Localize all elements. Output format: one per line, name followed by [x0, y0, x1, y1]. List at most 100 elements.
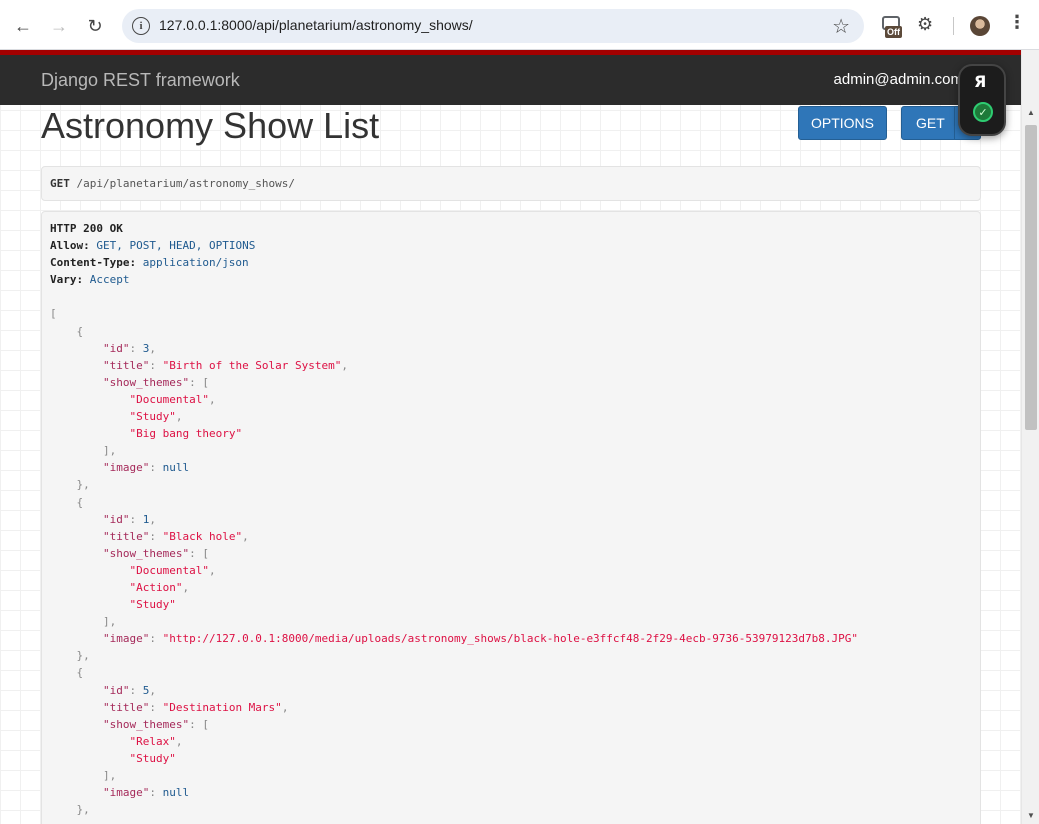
site-info-icon[interactable]: i	[132, 17, 150, 35]
colon: :	[149, 632, 163, 646]
json-theme-item: "Big bang theory"	[50, 425, 858, 442]
scroll-thumb[interactable]	[1025, 125, 1037, 430]
json-field-title: "title": "Black hole",	[50, 528, 858, 545]
colon: : [	[189, 375, 209, 389]
toolbar-divider	[953, 17, 954, 35]
comma: ,	[242, 529, 249, 543]
json-key: "id"	[102, 512, 130, 526]
json-theme-item: "Relax",	[50, 733, 858, 750]
url-text[interactable]: 127.0.0.1:8000/api/planetarium/astronomy…	[159, 17, 473, 33]
request-info: GET /api/planetarium/astronomy_shows/	[41, 166, 981, 201]
options-button[interactable]: OPTIONS	[798, 106, 887, 140]
colon: :	[149, 461, 163, 475]
json-string: "Documental"	[129, 563, 209, 577]
json-key: "show_themes"	[102, 375, 190, 389]
comma: ,	[175, 410, 183, 424]
scroll-down-arrow-icon[interactable]: ▼	[1027, 811, 1035, 820]
json-field-themes: "show_themes": [	[50, 545, 858, 562]
bookmark-star-icon[interactable]: ☆	[832, 14, 850, 39]
check-circle-icon[interactable]: ✓	[973, 102, 993, 122]
colon: :	[129, 341, 143, 355]
brace: {	[50, 495, 84, 509]
json-field-id: "id": 3,	[50, 340, 858, 357]
colon: :	[149, 700, 163, 714]
json-key: "title"	[102, 529, 150, 543]
comma: ,	[149, 512, 156, 526]
header-name: Vary:	[50, 273, 84, 287]
response-content: HTTP 200 OK Allow: GET, POST, HEAD, OPTIO…	[50, 220, 858, 818]
floating-extension-widget[interactable]: Я ✓	[958, 64, 1006, 136]
back-arrow-icon[interactable]: ←	[10, 13, 36, 39]
colon: :	[149, 786, 163, 800]
json-value: null	[162, 786, 190, 800]
request-path: /api/planetarium/astronomy_shows/	[76, 177, 296, 190]
address-bar[interactable]: i 127.0.0.1:8000/api/planetarium/astrono…	[122, 9, 864, 43]
json-object-open: {	[50, 494, 858, 511]
reload-icon[interactable]: ↻	[82, 13, 108, 39]
blank	[50, 290, 57, 303]
json-field-image: "image": null	[50, 784, 858, 801]
browser-toolbar: ← → ↻ i 127.0.0.1:8000/api/planetarium/a…	[0, 0, 1039, 50]
forward-arrow-icon[interactable]: →	[46, 13, 72, 39]
json-string: "Study"	[129, 598, 176, 612]
json-field-id: "id": 5,	[50, 682, 858, 699]
comma: ,	[208, 563, 216, 577]
comma: ,	[281, 700, 289, 714]
json-string: "Big bang theory"	[129, 427, 243, 441]
header-value: GET, POST, HEAD, OPTIONS	[96, 239, 256, 253]
json-string: "Birth of the Solar System"	[162, 358, 342, 372]
blank-line	[50, 288, 858, 305]
extensions-puzzle-icon[interactable]: ⚙	[917, 14, 933, 35]
bracket: ],	[50, 769, 117, 782]
menu-kebab-icon[interactable]: ⋮	[1008, 12, 1026, 33]
profile-avatar[interactable]	[970, 16, 990, 36]
json-field-title: "title": "Birth of the Solar System",	[50, 357, 858, 374]
json-value: null	[162, 461, 190, 475]
json-object-open: {	[50, 323, 858, 340]
json-theme-item: "Study"	[50, 750, 858, 767]
brace: },	[50, 478, 90, 492]
page-scrollbar[interactable]: ▲ ▼	[1021, 50, 1039, 824]
header-name: Content-Type:	[50, 256, 137, 270]
scroll-up-arrow-icon[interactable]: ▲	[1027, 108, 1035, 117]
header-value: application/json	[142, 256, 249, 270]
brace: },	[50, 803, 90, 817]
json-string: "Black hole"	[162, 529, 243, 543]
json-string: "Relax"	[129, 734, 176, 748]
header-line: Content-Type: application/json	[50, 254, 858, 271]
comma: ,	[341, 358, 349, 372]
json-key: "show_themes"	[102, 546, 190, 560]
widget-logo-icon[interactable]: Я	[974, 72, 986, 91]
drf-brand-link[interactable]: Django REST framework	[41, 70, 240, 91]
header-line: Allow: GET, POST, HEAD, OPTIONS	[50, 237, 858, 254]
json-string: "Study"	[129, 751, 176, 765]
json-object-open: {	[50, 664, 858, 681]
json-theme-item: "Study",	[50, 408, 858, 425]
user-menu[interactable]: admin@admin.com	[834, 71, 963, 88]
json-key: "id"	[102, 341, 130, 355]
camera-extension-icon[interactable]: Off	[880, 14, 906, 40]
get-button-label: GET	[916, 115, 945, 131]
extension-badge: Off	[885, 26, 902, 38]
json-field-themes: "show_themes": [	[50, 716, 858, 733]
json-field-image: "image": "http://127.0.0.1:8000/media/up…	[50, 630, 858, 647]
json-key: "show_themes"	[102, 717, 190, 731]
response-status: HTTP 200 OK	[50, 222, 123, 235]
json-themes-close: ],	[50, 767, 858, 784]
